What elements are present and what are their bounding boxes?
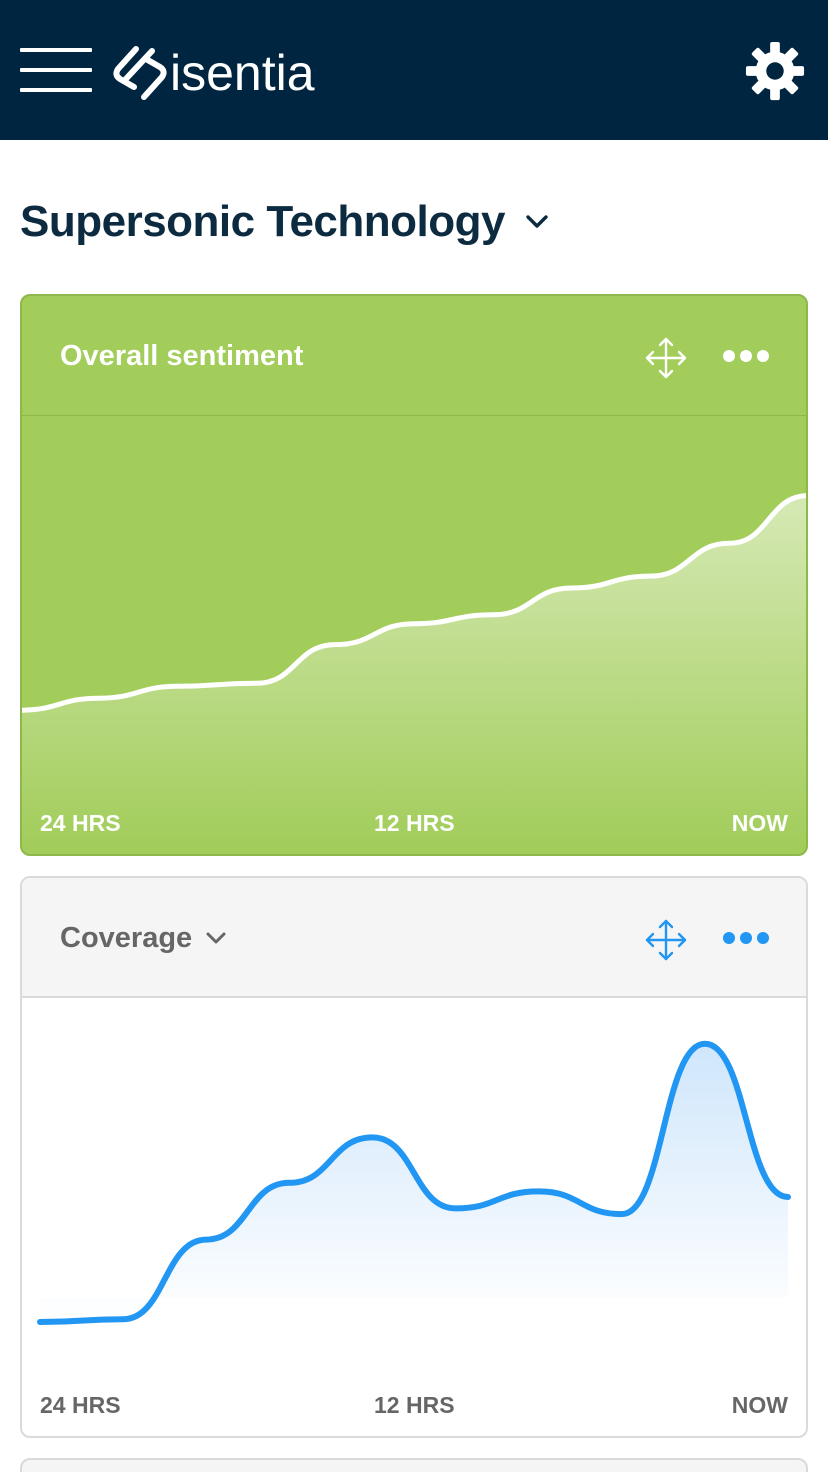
brand-logo[interactable]: isentia: [112, 40, 315, 106]
sentiment-axis-middle-label: 12 HRS: [374, 810, 455, 836]
coverage-axis-right-label: NOW: [731, 1392, 788, 1418]
sentiment-axis-left-label: 24 HRS: [40, 810, 121, 836]
coverage-axis-middle-label: 12 HRS: [374, 1392, 455, 1418]
sentiment-card-title: Overall sentiment: [60, 340, 304, 372]
move-icon[interactable]: [644, 918, 688, 962]
gear-icon[interactable]: [744, 40, 806, 102]
topic-selector[interactable]: Supersonic Technology: [20, 192, 549, 252]
hamburger-icon[interactable]: [20, 48, 92, 94]
sentiment-axis-right-label: NOW: [731, 810, 788, 836]
coverage-card: Coverage 24 HRS 12 HRS NOW: [20, 876, 808, 1438]
brand-name: isentia: [170, 45, 315, 101]
sentiment-card-header: Overall sentiment: [22, 296, 806, 416]
page-title: Supersonic Technology: [20, 197, 505, 246]
more-options-icon[interactable]: [722, 928, 770, 948]
next-card: [20, 1458, 808, 1472]
sentiment-card: Overall sentiment 24 HRS 12 HRS NOW: [20, 294, 808, 856]
sentiment-chart: [22, 493, 806, 846]
coverage-metric-selector[interactable]: Coverage: [60, 918, 226, 958]
coverage-axis-left-label: 24 HRS: [40, 1392, 121, 1418]
coverage-chart: [37, 1040, 791, 1325]
coverage-card-title: Coverage: [60, 922, 193, 954]
more-options-icon[interactable]: [722, 346, 770, 366]
chevron-down-icon: [206, 932, 226, 944]
coverage-card-header: Coverage: [22, 878, 806, 998]
isentia-logo-icon: [113, 46, 167, 100]
sentiment-area: [22, 495, 806, 846]
move-icon[interactable]: [644, 336, 688, 380]
app-root: isentia Supersonic Technology Overall se…: [0, 0, 828, 1472]
top-header: isentia: [0, 0, 828, 140]
chevron-down-icon: [526, 215, 548, 228]
